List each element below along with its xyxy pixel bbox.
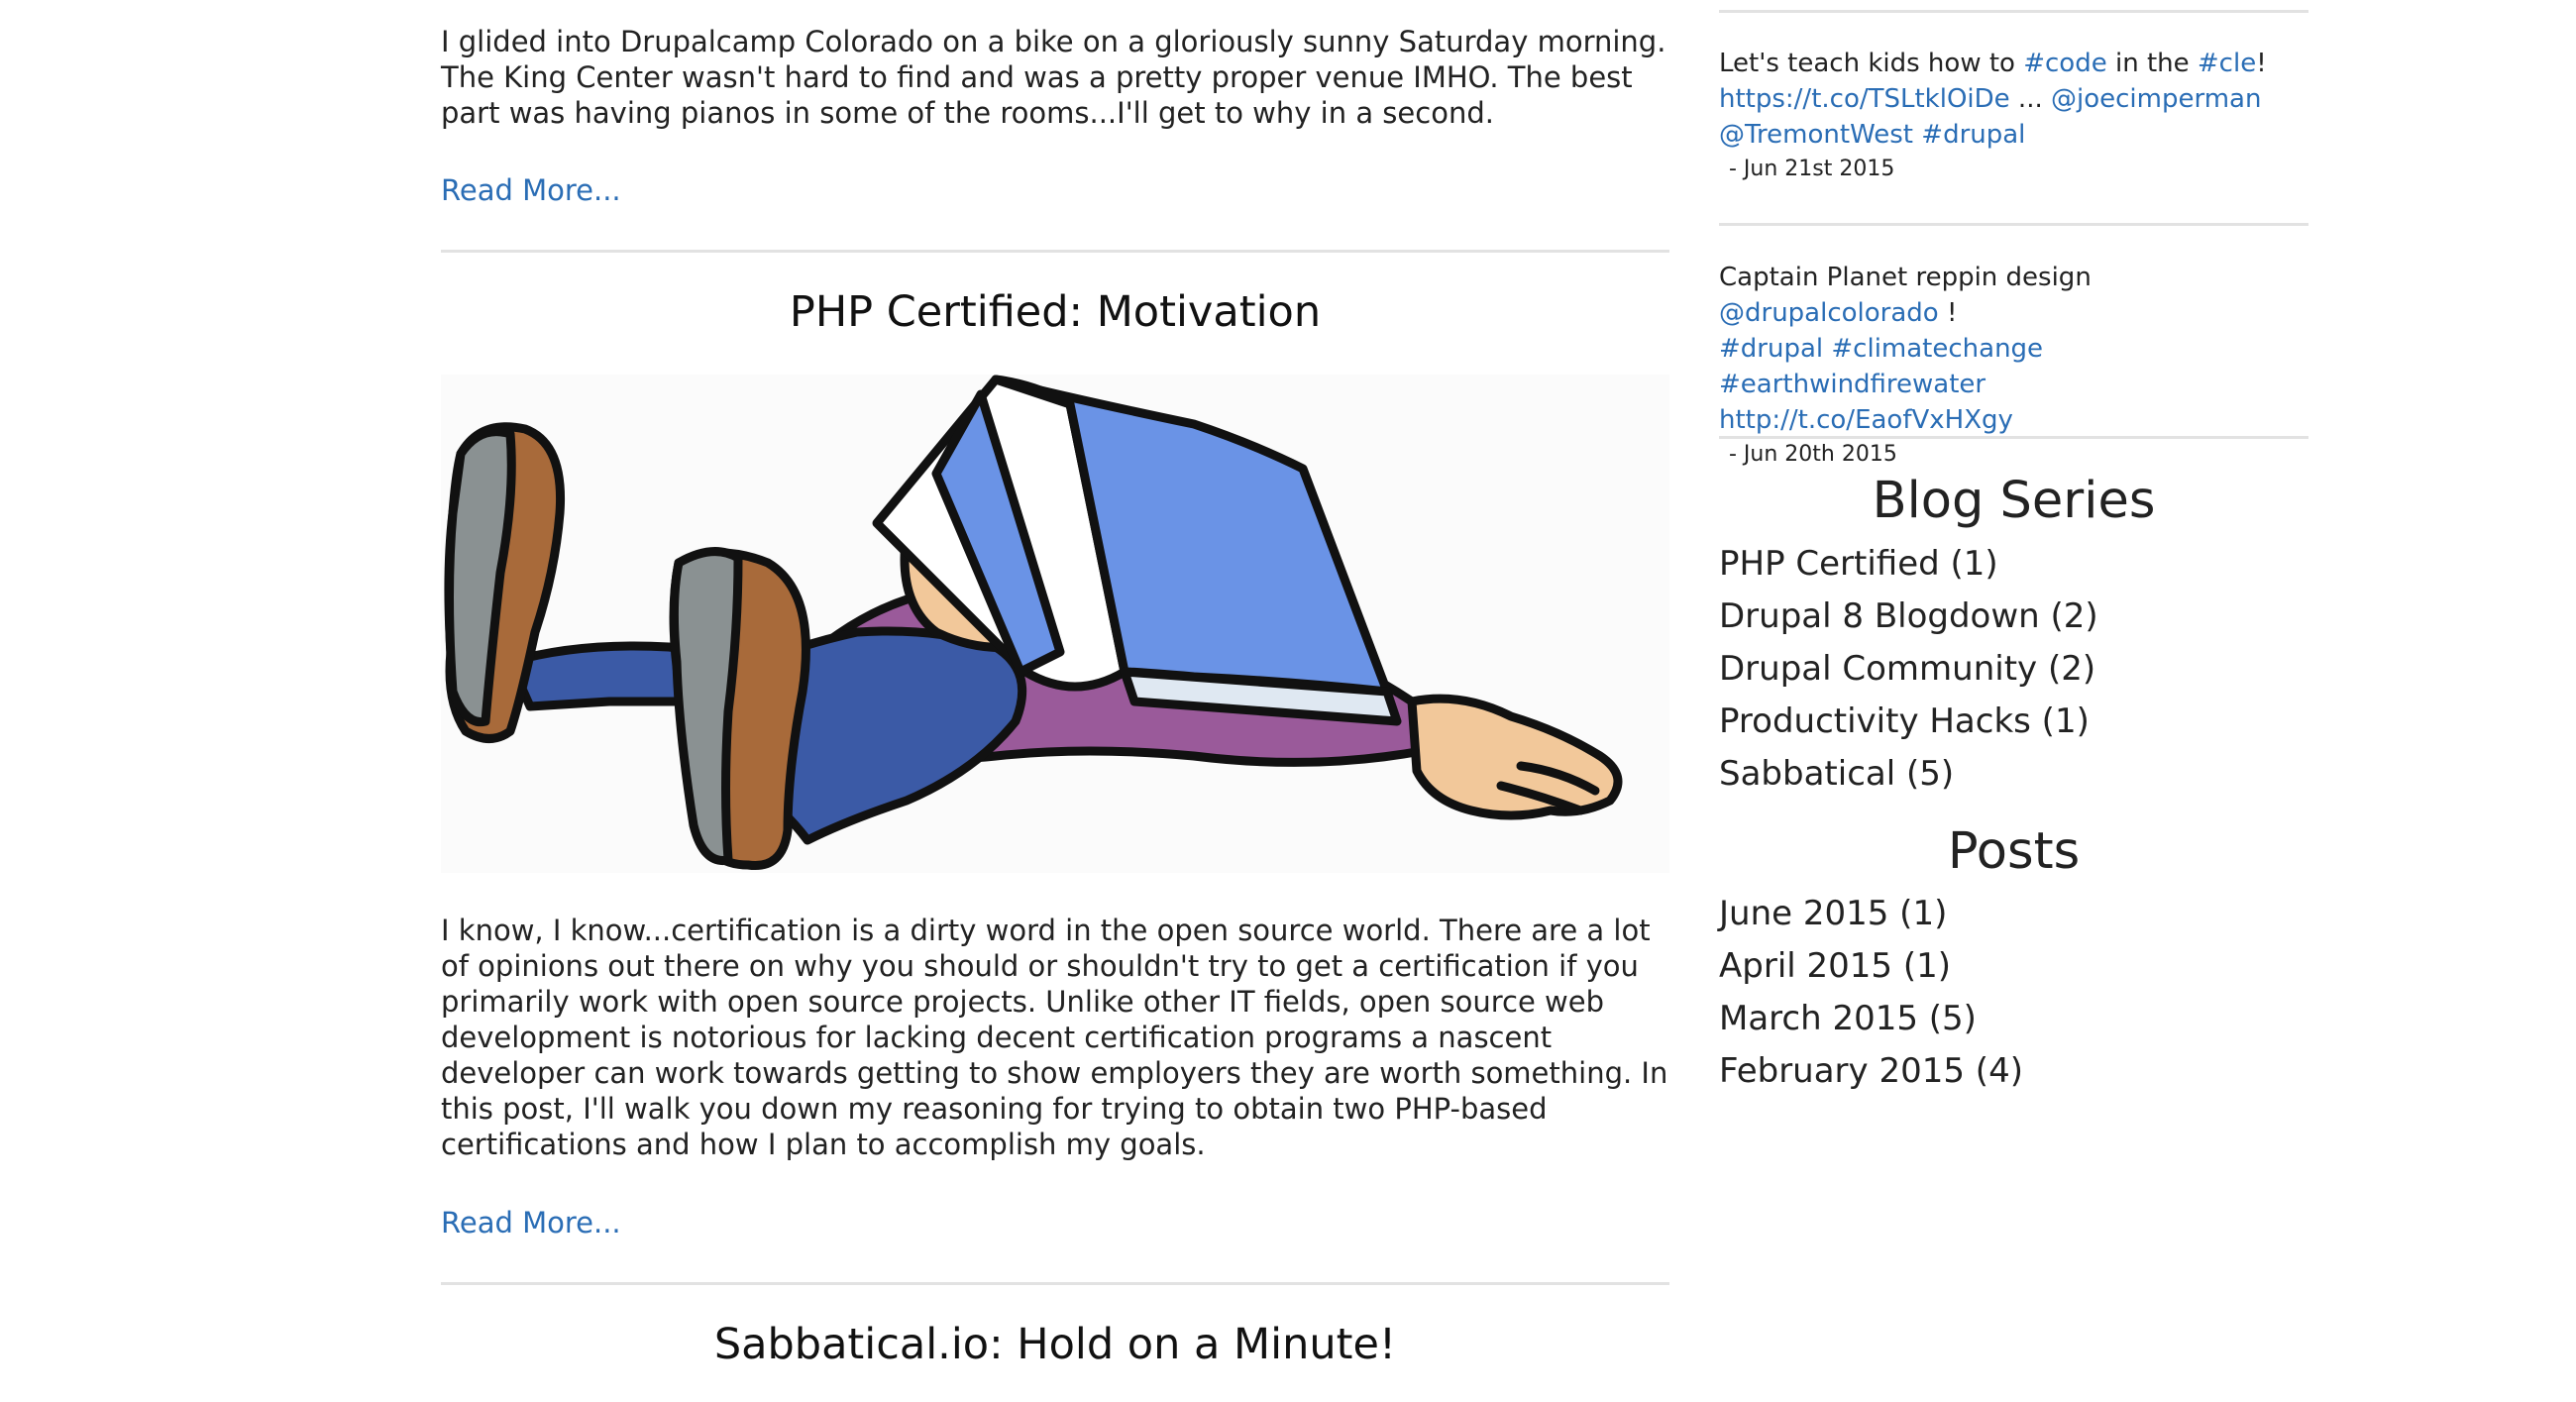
- tweet-url-link[interactable]: http://t.co/EaofVxHXgy: [1719, 405, 2013, 435]
- main-content: I glided into Drupalcamp Colorado on a b…: [441, 0, 1669, 1402]
- archive-item[interactable]: February 2015 (4): [1719, 1045, 2308, 1098]
- read-more-link[interactable]: Read More...: [441, 1205, 621, 1240]
- post-title-link[interactable]: Sabbatical.io: Hold on a Minute!: [714, 1320, 1396, 1369]
- blog-series-item[interactable]: Productivity Hacks (1): [1719, 696, 2308, 748]
- hashtag-link[interactable]: #code: [2023, 49, 2107, 78]
- tweet-date: - Jun 21st 2015: [1729, 157, 1895, 181]
- blog-series-heading: Blog Series: [1872, 472, 2156, 530]
- blog-series-item[interactable]: PHP Certified (1): [1719, 538, 2308, 591]
- tweet-text: Let's teach kids how to: [1719, 49, 2024, 78]
- post-divider: [441, 250, 1669, 253]
- sidebar: Let's teach kids how to #code in the #cl…: [1719, 0, 2308, 1402]
- blog-series-item[interactable]: Sabbatical (5): [1719, 748, 2308, 801]
- tweet-text: in the: [2106, 49, 2198, 78]
- hashtag-link[interactable]: #drupal: [1921, 120, 2025, 150]
- archive-item[interactable]: April 2015 (1): [1719, 940, 2308, 993]
- posts-archive-list: June 2015 (1) April 2015 (1) March 2015 …: [1719, 888, 2308, 1098]
- post-title-link[interactable]: PHP Certified: Motivation: [790, 287, 1321, 337]
- hashtag-link[interactable]: #climatechange: [1831, 334, 2043, 364]
- sidebar-divider: [1719, 436, 2308, 439]
- tweet-text: Captain Planet reppin design: [1719, 263, 2092, 292]
- tweet: Captain Planet reppin design @drupalcolo…: [1719, 260, 2308, 472]
- sidebar-divider: [1719, 223, 2308, 226]
- mention-link[interactable]: @drupalcolorado: [1719, 298, 1939, 328]
- blog-series-list: PHP Certified (1) Drupal 8 Blogdown (2) …: [1719, 538, 2308, 801]
- blog-series-item[interactable]: Drupal 8 Blogdown (2): [1719, 591, 2308, 643]
- hashtag-link[interactable]: #earthwindfirewater: [1719, 370, 1986, 399]
- tweet-url-link[interactable]: https://t.co/TSLtklOiDe: [1719, 84, 2010, 114]
- hashtag-link[interactable]: #drupal: [1719, 334, 1823, 364]
- mention-link[interactable]: @joecimperman: [2051, 84, 2261, 114]
- post-excerpt: I know, I know...certification is a dirt…: [441, 914, 1668, 1161]
- sidebar-divider: [1719, 10, 2308, 13]
- archive-item[interactable]: June 2015 (1): [1719, 888, 2308, 940]
- hashtag-link[interactable]: #cle: [2198, 49, 2256, 78]
- post-divider: [441, 1282, 1669, 1285]
- tweet: Let's teach kids how to #code in the #cl…: [1719, 46, 2308, 186]
- post-excerpt: I glided into Drupalcamp Colorado on a b…: [441, 25, 1666, 130]
- posts-heading: Posts: [1947, 822, 2081, 881]
- tweet-date: - Jun 20th 2015: [1729, 442, 1897, 467]
- cartoon-person-sleeping-under-book-icon[interactable]: [441, 375, 1669, 873]
- tweet-text: ...: [2009, 84, 2051, 114]
- post-title[interactable]: Sabbatical.io: Hold on a Minute!: [441, 1318, 1669, 1371]
- archive-item[interactable]: March 2015 (5): [1719, 993, 2308, 1045]
- mention-link[interactable]: @TremontWest: [1719, 120, 1913, 150]
- blog-series-item[interactable]: Drupal Community (2): [1719, 643, 2308, 696]
- read-more-link[interactable]: Read More...: [441, 172, 621, 208]
- post-title[interactable]: PHP Certified: Motivation: [441, 285, 1669, 339]
- tweet-text: !: [2256, 49, 2267, 78]
- tweet-text: !: [1938, 298, 1958, 328]
